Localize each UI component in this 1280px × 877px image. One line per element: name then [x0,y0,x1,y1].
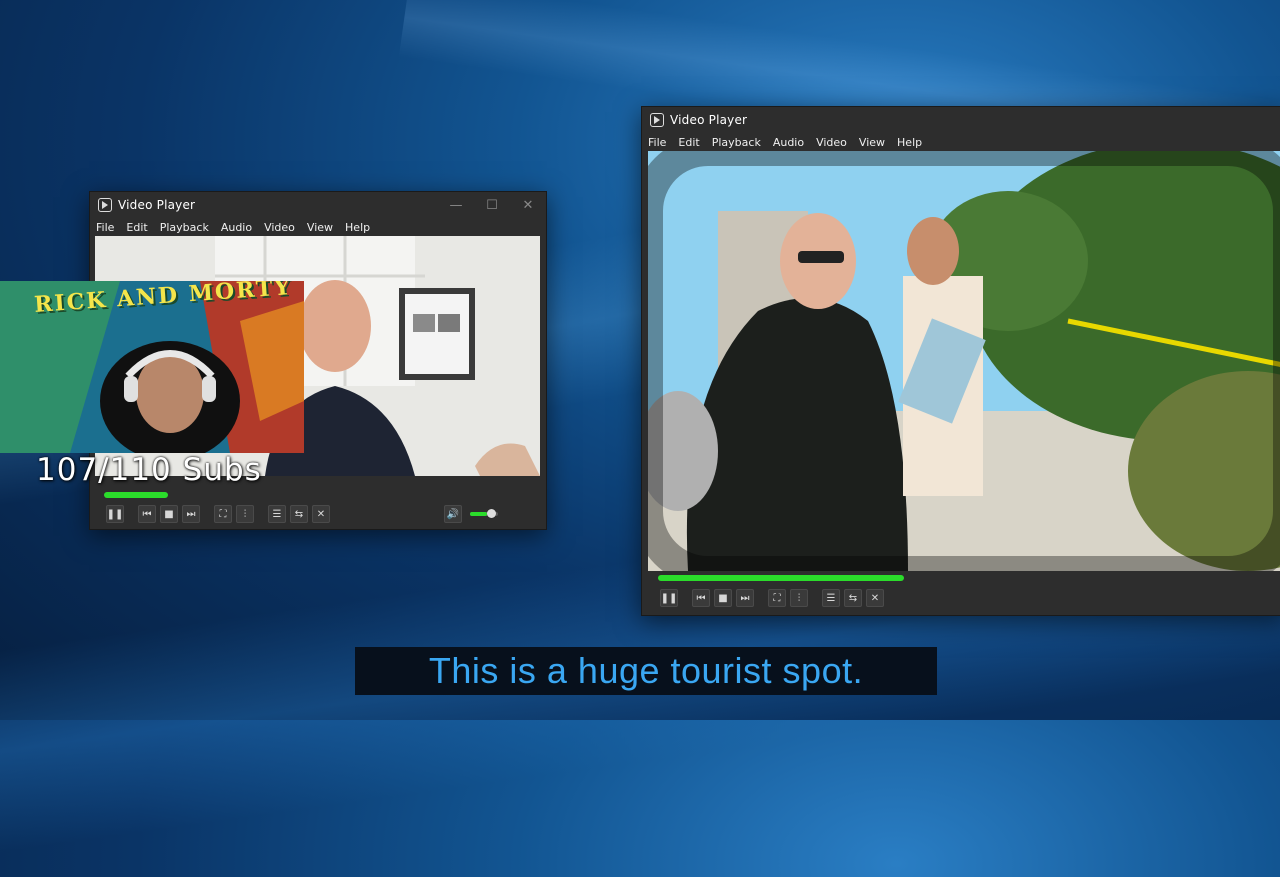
menu-view[interactable]: View [307,221,333,234]
seek-progress-bar[interactable] [658,575,904,581]
menu-file[interactable]: File [96,221,114,234]
subtitle-caption-box: This is a huge tourist spot. [355,647,937,695]
minimize-button[interactable]: — [448,198,464,213]
shuffle-icon[interactable]: ✕ [866,589,884,607]
playlist-icon[interactable]: ☰ [822,589,840,607]
title-bar[interactable]: Video Player [642,107,1280,133]
maximize-button[interactable]: ☐ [484,198,500,213]
previous-icon[interactable]: ⏮ [692,589,710,607]
playback-controls: ❚❚ ⏮ ■ ⏭ ⛶ ⫶ ☰ ⇆ ✕ [660,589,888,607]
fullscreen-icon[interactable]: ⛶ [214,505,232,523]
video-display[interactable] [648,151,1280,571]
shuffle-icon[interactable]: ✕ [312,505,330,523]
menu-playback[interactable]: Playback [160,221,209,234]
loop-icon[interactable]: ⇆ [844,589,862,607]
menu-bar: File Edit Playback Audio Video View Help [642,133,1280,151]
video-player-window-right[interactable]: Video Player File Edit Playback Audio Vi… [641,106,1280,616]
video-frame-bodycam [648,151,1280,571]
menu-audio[interactable]: Audio [221,221,252,234]
menu-video[interactable]: Video [816,136,847,149]
menu-video[interactable]: Video [264,221,295,234]
volume-icon[interactable]: 🔊 [444,505,462,523]
menu-edit[interactable]: Edit [126,221,147,234]
window-title: Video Player [670,113,748,127]
volume-level [470,512,487,516]
close-button[interactable]: ✕ [520,198,536,213]
equalizer-icon[interactable]: ⫶ [236,505,254,523]
equalizer-icon[interactable]: ⫶ [790,589,808,607]
pause-icon[interactable]: ❚❚ [106,505,124,523]
menu-file[interactable]: File [648,136,666,149]
menu-view[interactable]: View [859,136,885,149]
menu-bar: File Edit Playback Audio Video View Help [90,218,546,236]
stop-icon[interactable]: ■ [160,505,178,523]
volume-slider[interactable] [470,509,498,518]
stop-icon[interactable]: ■ [714,589,732,607]
subscriber-goal-counter: 107/110 Subs [36,452,262,488]
volume-handle[interactable] [487,509,496,518]
playback-controls: ❚❚ ⏮ ■ ⏭ ⛶ ⫶ ☰ ⇆ ✕ [106,505,334,523]
window-title: Video Player [118,198,196,212]
fullscreen-icon[interactable]: ⛶ [768,589,786,607]
streamer-webcam: RICK AND MORTY [0,281,304,453]
menu-help[interactable]: Help [897,136,922,149]
video-player-app-icon [650,113,664,127]
video-player-app-icon [98,198,112,212]
menu-edit[interactable]: Edit [678,136,699,149]
seek-progress-bar[interactable] [104,492,168,498]
menu-help[interactable]: Help [345,221,370,234]
previous-icon[interactable]: ⏮ [138,505,156,523]
loop-icon[interactable]: ⇆ [290,505,308,523]
subtitle-caption-text: This is a huge tourist spot. [428,650,864,691]
next-icon[interactable]: ⏭ [736,589,754,607]
next-icon[interactable]: ⏭ [182,505,200,523]
pause-icon[interactable]: ❚❚ [660,589,678,607]
playlist-icon[interactable]: ☰ [268,505,286,523]
menu-playback[interactable]: Playback [712,136,761,149]
title-bar[interactable]: Video Player — ☐ ✕ [90,192,546,218]
menu-audio[interactable]: Audio [773,136,804,149]
